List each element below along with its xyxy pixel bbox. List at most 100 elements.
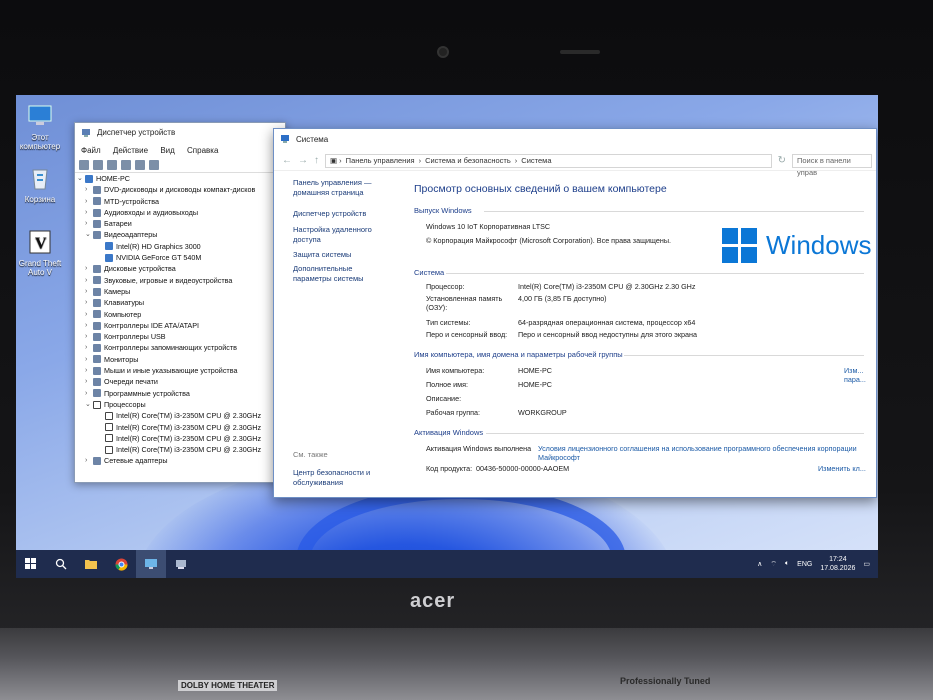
- chevron-right-icon[interactable]: ›: [85, 365, 93, 376]
- volume-icon[interactable]: 🔈︎: [785, 560, 789, 568]
- chevron-right-icon[interactable]: ›: [85, 184, 93, 195]
- processor-icon: [105, 445, 113, 454]
- chevron-right-icon[interactable]: ›: [85, 376, 93, 387]
- tree-category-item[interactable]: › Контроллеры запоминающих устройств: [77, 342, 285, 353]
- file-explorer-button[interactable]: [76, 550, 106, 578]
- tree-category-item[interactable]: › Контроллеры USB: [77, 331, 285, 342]
- tree-category-item[interactable]: › Мыши и иные указывающие устройства: [77, 365, 285, 376]
- search-button[interactable]: [46, 550, 76, 578]
- tree-root[interactable]: ⌄ HOME-PC: [77, 173, 285, 184]
- chevron-right-icon[interactable]: ›: [85, 196, 93, 207]
- device-manager-button[interactable]: [166, 550, 196, 578]
- chevron-right-icon[interactable]: ›: [85, 309, 93, 320]
- menu-view[interactable]: Вид: [160, 146, 174, 155]
- chevron-right-icon[interactable]: ›: [85, 331, 93, 342]
- link-remote-access[interactable]: Настройка удаленного доступа: [293, 225, 385, 244]
- forward-icon[interactable]: [93, 160, 103, 170]
- menu-file[interactable]: Файл: [81, 146, 101, 155]
- menu-action[interactable]: Действие: [113, 146, 148, 155]
- desktop-icon-recycle-bin[interactable]: Корзина: [16, 165, 64, 204]
- tree-device-item[interactable]: Intel(R) Core(TM) i3-2350M CPU @ 2.30GHz: [77, 444, 285, 455]
- chevron-right-icon[interactable]: ›: [85, 354, 93, 365]
- desktop-icon-computer[interactable]: Этот компьютер: [16, 103, 64, 151]
- link-security-center[interactable]: Центр безопасности и обслуживания: [293, 468, 385, 487]
- tree-category-item[interactable]: › Звуковые, игровые и видеоустройства: [77, 275, 285, 286]
- chevron-right-icon[interactable]: ›: [85, 286, 93, 297]
- change-settings-link[interactable]: Изм... пара...: [844, 366, 874, 384]
- tree-category-item[interactable]: › Очереди печати: [77, 376, 285, 387]
- tree-category-item[interactable]: ⌄ Процессоры: [77, 399, 285, 410]
- chevron-right-icon[interactable]: ›: [85, 297, 93, 308]
- chrome-button[interactable]: [106, 550, 136, 578]
- device-category-icon: [93, 197, 101, 206]
- tree-device-item[interactable]: Intel(R) Core(TM) i3-2350M CPU @ 2.30GHz: [77, 422, 285, 433]
- system-titlebar[interactable]: Система: [274, 129, 876, 151]
- back-arrow-icon[interactable]: ←: [282, 155, 292, 166]
- link-advanced-settings[interactable]: Дополнительные параметры системы: [293, 264, 385, 283]
- chevron-right-icon[interactable]: ›: [85, 320, 93, 331]
- device-category-icon: [93, 287, 101, 296]
- language-indicator[interactable]: ENG: [797, 561, 812, 568]
- chevron-right-icon[interactable]: ›: [85, 218, 93, 229]
- tree-category-item[interactable]: › Камеры: [77, 286, 285, 297]
- help-icon[interactable]: [121, 160, 131, 170]
- breadcrumb-control-panel[interactable]: Панель управления: [346, 156, 415, 165]
- update-driver-icon[interactable]: [135, 160, 145, 170]
- breadcrumb-system[interactable]: Система: [521, 156, 551, 165]
- properties-icon[interactable]: [107, 160, 117, 170]
- clock-date: 17.08.2026: [820, 565, 856, 572]
- device-category-icon: [93, 457, 101, 466]
- network-icon[interactable]: ⌔: [770, 560, 777, 569]
- tree-category-item[interactable]: › Мониторы: [77, 354, 285, 365]
- change-key-link[interactable]: Изменить кл...: [818, 464, 866, 473]
- chevron-right-icon[interactable]: ›: [85, 342, 93, 353]
- tree-category-item[interactable]: › Компьютер: [77, 309, 285, 320]
- search-input[interactable]: Поиск в панели управ: [792, 153, 872, 177]
- license-terms-link[interactable]: Условия лицензионного соглашения на испо…: [538, 444, 876, 462]
- desktop-icon-gta[interactable]: V Grand Theft Auto V: [16, 229, 64, 277]
- chevron-right-icon[interactable]: ›: [85, 455, 93, 466]
- device-manager-window[interactable]: Диспетчер устройств Файл Действие Вид Сп…: [74, 122, 286, 483]
- breadcrumb[interactable]: ▣ › Панель управления › Система и безопас…: [325, 153, 772, 168]
- tree-category-item[interactable]: › DVD-дисководы и дисководы компакт-диско…: [77, 184, 285, 195]
- chevron-right-icon[interactable]: ›: [85, 275, 93, 286]
- chevron-down-icon[interactable]: ⌄: [85, 399, 93, 410]
- device-manager-titlebar[interactable]: Диспетчер устройств: [75, 123, 285, 143]
- tree-device-item[interactable]: Intel(R) Core(TM) i3-2350M CPU @ 2.30GHz: [77, 410, 285, 421]
- clock[interactable]: 17:24 17.08.2026: [820, 555, 855, 573]
- processor-value: Intel(R) Core(TM) i3-2350M CPU @ 2.30GHz…: [518, 282, 696, 291]
- back-icon[interactable]: [79, 160, 89, 170]
- up-arrow-icon[interactable]: ↑: [314, 155, 319, 166]
- forward-arrow-icon[interactable]: →: [298, 155, 308, 166]
- link-device-manager[interactable]: Диспетчер устройств: [293, 209, 385, 219]
- start-button[interactable]: [16, 550, 46, 578]
- tree-item-label: Контроллеры запоминающих устройств: [104, 343, 237, 353]
- tree-category-item[interactable]: › MTD-устройства: [77, 196, 285, 207]
- tree-category-item[interactable]: ⌄ Видеоадаптеры: [77, 229, 285, 240]
- chevron-right-icon[interactable]: ›: [85, 263, 93, 274]
- tree-category-item[interactable]: › Программные устройства: [77, 388, 285, 399]
- chevron-right-icon[interactable]: ›: [85, 388, 93, 399]
- tree-device-item[interactable]: Intel(R) HD Graphics 3000: [77, 241, 285, 252]
- chevron-right-icon[interactable]: ›: [85, 207, 93, 218]
- notifications-icon[interactable]: ▭: [863, 560, 870, 568]
- breadcrumb-security[interactable]: Система и безопасность: [425, 156, 511, 165]
- link-control-panel-home[interactable]: Панель управления — домашняя страница: [293, 178, 385, 197]
- tree-category-item[interactable]: › Дисковые устройства: [77, 263, 285, 274]
- tree-category-item[interactable]: › Контроллеры IDE ATA/ATAPI: [77, 320, 285, 331]
- chevron-down-icon[interactable]: ⌄: [85, 229, 93, 240]
- refresh-icon[interactable]: ↻: [778, 155, 786, 166]
- system-window-button[interactable]: [136, 550, 166, 578]
- chevron-down-icon[interactable]: ⌄: [77, 173, 85, 184]
- menu-help[interactable]: Справка: [187, 146, 218, 155]
- link-system-protection[interactable]: Защита системы: [293, 250, 385, 260]
- system-window[interactable]: Система ← → ↑ ▣ › Панель управления › Сис…: [273, 128, 877, 498]
- tree-category-item[interactable]: › Аудиовходы и аудиовыходы: [77, 207, 285, 218]
- monitor-icon[interactable]: [149, 160, 159, 170]
- tree-device-item[interactable]: Intel(R) Core(TM) i3-2350M CPU @ 2.30GHz: [77, 433, 285, 444]
- chevron-up-icon[interactable]: ∧: [757, 560, 762, 568]
- tree-category-item[interactable]: › Батареи: [77, 218, 285, 229]
- tree-category-item[interactable]: › Клавиатуры: [77, 297, 285, 308]
- tree-device-item[interactable]: NVIDIA GeForce GT 540M: [77, 252, 285, 263]
- tree-category-item[interactable]: › Сетевые адаптеры: [77, 455, 285, 466]
